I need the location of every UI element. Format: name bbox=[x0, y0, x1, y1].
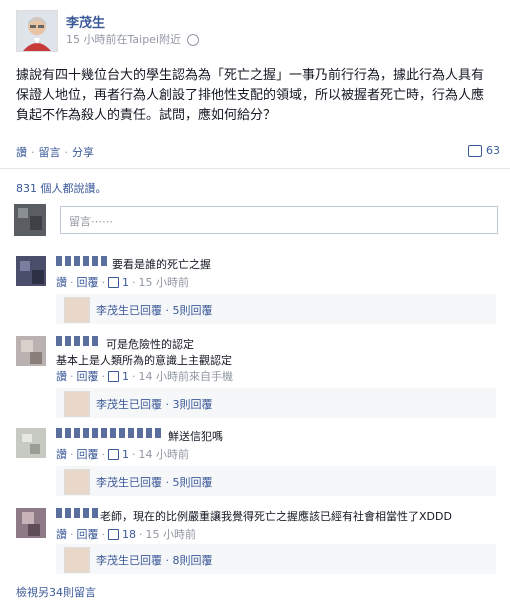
comment-text: 老師，現在的比例嚴重讓我覺得死亡之握應該已經有社會相當性了XDDD bbox=[100, 510, 452, 523]
comment-count-value: 63 bbox=[486, 144, 500, 157]
author-name[interactable]: 李茂生 bbox=[66, 12, 105, 31]
comment-meta: 讚 · 回覆 · 1 · 15 小時前 bbox=[56, 274, 190, 290]
commenter-name-blurred[interactable] bbox=[56, 508, 99, 518]
comment-count[interactable]: 63 bbox=[468, 144, 500, 157]
thumbs-up-icon bbox=[108, 528, 119, 540]
thumbs-up-icon bbox=[108, 370, 119, 382]
comment-meta: 讚 · 回覆 · 1 · 14 小時前 bbox=[56, 446, 190, 462]
reply-summary-text[interactable]: 李茂生已回覆 · 5則回覆 bbox=[96, 474, 213, 490]
reply-summary-row[interactable]: 李茂生已回覆 · 5則回覆 bbox=[56, 466, 496, 496]
comment-bubble-icon bbox=[468, 144, 482, 157]
reply-author-avatar bbox=[64, 297, 90, 323]
separator-dot: · bbox=[31, 145, 35, 159]
like-button[interactable]: 讚 bbox=[16, 144, 27, 160]
comment-button[interactable]: 留言 bbox=[39, 144, 61, 160]
viewer-avatar bbox=[14, 204, 46, 236]
reply-author-avatar bbox=[64, 391, 90, 417]
view-more-comments[interactable]: 檢視另34則留言 bbox=[16, 584, 96, 600]
reply-summary-row[interactable]: 李茂生已回覆 · 5則回覆 bbox=[56, 294, 496, 324]
reply-summary-row[interactable]: 李茂生已回覆 · 3則回覆 bbox=[56, 388, 496, 418]
comment-text: 可是危險性的認定 bbox=[106, 338, 194, 351]
comment-like-button[interactable]: 讚 bbox=[56, 368, 67, 384]
comment-time[interactable]: 14 小時前 bbox=[139, 446, 190, 462]
comment-like-count[interactable]: 18 bbox=[122, 528, 136, 541]
reply-summary-text[interactable]: 李茂生已回覆 · 8則回覆 bbox=[96, 552, 213, 568]
commenter-avatar[interactable] bbox=[16, 336, 46, 366]
reply-author-avatar bbox=[64, 469, 90, 495]
comment-reply-button[interactable]: 回覆 bbox=[77, 526, 99, 542]
post-actions: 讚 · 留言 · 分享 bbox=[16, 144, 94, 160]
comment-like-count[interactable]: 1 bbox=[122, 276, 129, 289]
comment-like-button[interactable]: 讚 bbox=[56, 526, 67, 542]
comment-reply-button[interactable]: 回覆 bbox=[77, 368, 99, 384]
comment-input[interactable]: 留言⋯⋯ bbox=[60, 206, 498, 234]
comment-like-count[interactable]: 1 bbox=[122, 370, 129, 383]
comment-like-count[interactable]: 1 bbox=[122, 448, 129, 461]
post-header: 李茂生 15 小時前在Taipei附近 bbox=[16, 10, 496, 52]
comment-like-button[interactable]: 讚 bbox=[56, 446, 67, 462]
comment-time[interactable]: 14 小時前來自手機 bbox=[139, 368, 234, 384]
globe-icon bbox=[187, 34, 199, 46]
comment-text-line2: 基本上是人類所為的意識上主觀認定 bbox=[56, 354, 232, 367]
post-body: 據說有四十幾位台大的學生認為為「死亡之握」一事乃前行行為，據此行為人具有保證人地… bbox=[16, 68, 485, 123]
comment-text: 要看是誰的死亡之握 bbox=[112, 258, 211, 271]
comment-composer: 留言⋯⋯ bbox=[14, 203, 498, 236]
post-time[interactable]: 15 小時前在Taipei附近 bbox=[66, 31, 181, 47]
share-button[interactable]: 分享 bbox=[72, 144, 94, 160]
separator-dot: · bbox=[64, 145, 69, 159]
likes-text[interactable]: 831 個人都說讚。 bbox=[16, 182, 107, 195]
reply-summary-text[interactable]: 李茂生已回覆 · 5則回覆 bbox=[96, 302, 213, 318]
comment-reply-button[interactable]: 回覆 bbox=[77, 446, 99, 462]
commenter-name-blurred[interactable] bbox=[56, 256, 108, 266]
commenter-name-blurred[interactable] bbox=[56, 428, 162, 438]
comment-like-button[interactable]: 讚 bbox=[56, 274, 67, 290]
comment-reply-button[interactable]: 回覆 bbox=[77, 274, 99, 290]
comment-time[interactable]: 15 小時前 bbox=[146, 526, 197, 542]
commenter-avatar[interactable] bbox=[16, 256, 46, 286]
post-meta: 15 小時前在Taipei附近 bbox=[66, 31, 199, 47]
reply-summary-text[interactable]: 李茂生已回覆 · 3則回覆 bbox=[96, 396, 213, 412]
likes-summary[interactable]: 831 個人都說讚。 bbox=[16, 180, 107, 196]
comment-meta: 讚 · 回覆 · 1 · 14 小時前來自手機 bbox=[56, 368, 234, 384]
commenter-avatar[interactable] bbox=[16, 428, 46, 458]
divider bbox=[0, 168, 510, 169]
author-avatar[interactable] bbox=[16, 10, 58, 52]
commenter-name-blurred[interactable] bbox=[56, 336, 99, 346]
reply-summary-row[interactable]: 李茂生已回覆 · 8則回覆 bbox=[56, 544, 496, 574]
reply-author-avatar bbox=[64, 547, 90, 573]
thumbs-up-icon bbox=[108, 448, 119, 460]
comment-time[interactable]: 15 小時前 bbox=[139, 274, 190, 290]
comment-meta: 讚 · 回覆 · 18 · 15 小時前 bbox=[56, 526, 197, 542]
thumbs-up-icon bbox=[108, 276, 119, 288]
commenter-avatar[interactable] bbox=[16, 508, 46, 538]
comment-text: 鮮送信犯嗎 bbox=[168, 430, 223, 443]
